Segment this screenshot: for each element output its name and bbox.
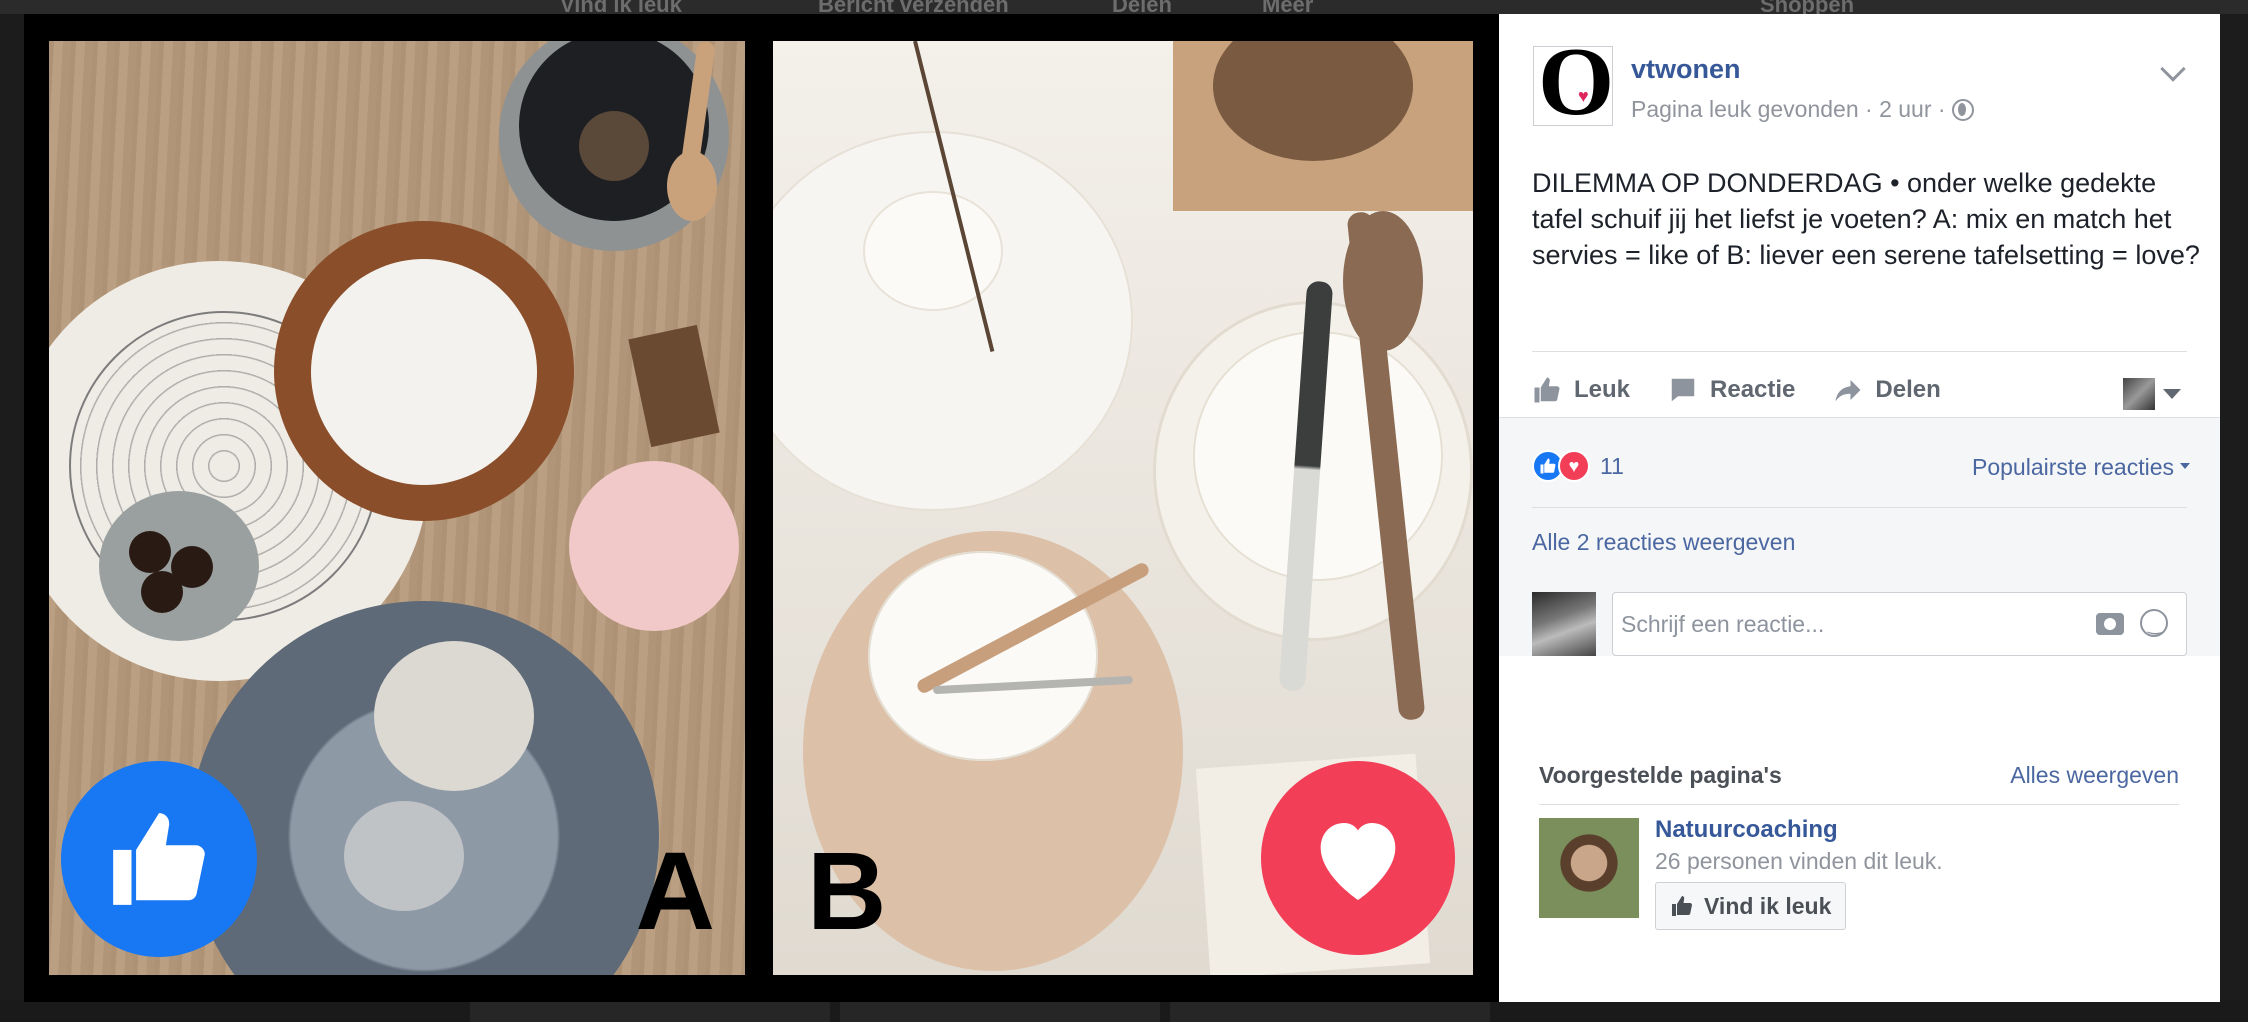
camera-icon[interactable] [2096, 613, 2124, 635]
thumbs-up-icon [1672, 896, 1692, 916]
love-badge [1261, 761, 1455, 955]
reaction-summary[interactable]: ♥ 11 [1532, 450, 1624, 482]
reaction-count[interactable]: 11 [1600, 453, 1624, 480]
post-side-panel: O ♥ vtwonen Pagina leuk gevonden · 2 uur… [1499, 14, 2220, 1002]
page-name-link[interactable]: vtwonen [1631, 54, 1741, 85]
option-a-letter: A [635, 830, 715, 953]
see-all-link[interactable]: Alles weergeven [2010, 762, 2179, 789]
thumbs-up-icon [1540, 458, 1556, 474]
background-block [1170, 1000, 1490, 1022]
post-card: O ♥ vtwonen Pagina leuk gevonden · 2 uur… [1499, 14, 2220, 656]
page-avatar[interactable]: O ♥ [1533, 33, 1614, 131]
background-page-strip: Vind ik leuk Bericht verzenden Delen Mee… [0, 0, 2248, 17]
background-page-bottom [0, 1000, 2248, 1022]
divider [1532, 507, 2187, 508]
comment-button[interactable]: Reactie [1668, 375, 1795, 405]
view-all-comments-link[interactable]: Alle 2 reacties weergeven [1532, 529, 1795, 556]
sieve [344, 801, 464, 911]
like-label: Leuk [1574, 376, 1631, 403]
post-meta-text: Pagina leuk gevonden · 2 uur · [1631, 96, 1946, 122]
post-meta: Pagina leuk gevonden · 2 uur · [1631, 96, 1974, 123]
suggested-pages-title: Voorgestelde pagina's [1539, 762, 1782, 788]
divider [1532, 351, 2187, 352]
comment-label: Reactie [1710, 376, 1796, 403]
comment-composer[interactable] [1612, 592, 2187, 656]
heart-icon [1320, 823, 1396, 900]
thumbs-up-icon [1534, 377, 1560, 403]
current-user-avatar [1532, 592, 1596, 656]
comment-sort-dropdown[interactable]: Populairste reacties [1972, 454, 2190, 481]
background-block [470, 1000, 830, 1022]
post-body-text: DILEMMA OP DONDERDAG • onder welke gedek… [1532, 168, 2200, 270]
suggested-page-likes: 26 personen vinden dit leuk. [1655, 848, 1943, 874]
mini-avatar [2123, 378, 2155, 410]
option-b-letter: B [807, 830, 887, 953]
suggested-page-name[interactable]: Natuurcoaching [1655, 816, 1838, 844]
share-arrow-icon [1835, 380, 1861, 402]
speckled-bowl [374, 641, 534, 791]
page-logo-letter: O [1538, 28, 1615, 136]
feedback-section: ♥ 11 Populairste reacties Alle 2 reactie… [1499, 417, 2220, 656]
suggested-page-avatar[interactable] [1539, 818, 1639, 918]
photo-viewer[interactable]: A B [24, 14, 1499, 1002]
ladle-head [1343, 211, 1423, 351]
photo-option-a: A [49, 41, 745, 975]
cookie [141, 571, 183, 613]
spoon-head [667, 151, 717, 221]
pink-teapot [569, 461, 739, 631]
page-like-button[interactable]: Vind ik leuk [1655, 882, 1847, 930]
like-badge [61, 761, 257, 957]
logo-heart-icon: ♥ [1578, 86, 1589, 106]
globe-icon[interactable] [1951, 98, 1974, 121]
cookie [129, 531, 171, 573]
like-icon [113, 813, 205, 905]
photo-option-b: B [773, 41, 1473, 975]
comment-icon [1671, 378, 1695, 402]
post-as-selector[interactable] [2123, 378, 2181, 410]
white-plate [311, 259, 537, 485]
love-reaction-icon: ♥ [1558, 450, 1590, 482]
page-like-label: Vind ik leuk [1704, 892, 1832, 919]
chevron-down-icon[interactable] [2160, 56, 2186, 82]
tea-bowl [579, 111, 649, 181]
like-button[interactable]: Leuk [1532, 375, 1630, 405]
post-actions-bar: Leuk Reactie Delen [1532, 364, 2187, 416]
comment-input[interactable] [1621, 593, 2081, 655]
smiley-icon[interactable] [2140, 609, 2168, 637]
divider [1539, 804, 2179, 805]
caret-down-icon [2163, 389, 2181, 399]
background-block [840, 1000, 1160, 1022]
share-label: Delen [1875, 376, 1941, 403]
share-button[interactable]: Delen [1833, 375, 1941, 405]
small-white-bowl [863, 191, 1003, 311]
